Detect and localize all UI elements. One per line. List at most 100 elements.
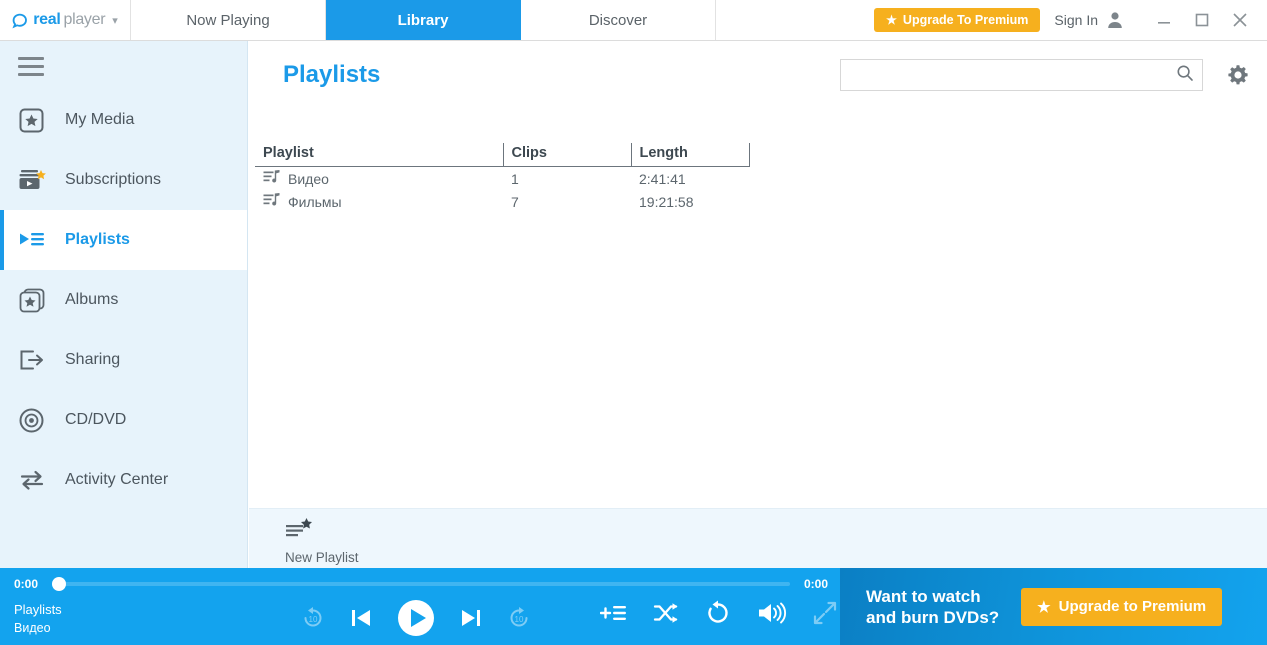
playlist-icon <box>18 229 62 251</box>
fullscreen-icon[interactable] <box>813 601 837 625</box>
now-playing-title: Видео <box>14 619 62 638</box>
sidebar-item-label: My Media <box>65 111 134 129</box>
maximize-button[interactable] <box>1183 0 1221 40</box>
playlists-table: Playlist Clips Length <box>255 143 750 213</box>
total-time: 0:00 <box>798 577 828 591</box>
window-actions: ★ Upgrade To Premium Sign In <box>874 0 1267 40</box>
close-button[interactable] <box>1221 0 1259 40</box>
now-playing-context: Playlists <box>14 600 62 619</box>
table-header: Playlist Clips Length <box>255 143 749 167</box>
sidebar-item-playlists[interactable]: Playlists <box>0 210 247 270</box>
realplayer-logo[interactable]: realplayer ▾ <box>0 0 131 40</box>
content-header: Playlists <box>249 41 1267 91</box>
sidebar-item-albums[interactable]: Albums <box>0 270 247 330</box>
sidebar-item-cd-dvd[interactable]: CD/DVD <box>0 390 247 450</box>
search-area <box>840 59 1249 91</box>
user-avatar-icon[interactable] <box>1105 10 1125 30</box>
column-header-length[interactable]: Length <box>631 143 749 167</box>
add-to-playlist-icon[interactable] <box>600 601 627 625</box>
previous-track-icon[interactable] <box>348 605 374 631</box>
transport-controls: 10 <box>300 598 532 638</box>
column-header-clips[interactable]: Clips <box>503 143 631 167</box>
new-playlist-button[interactable]: New Playlist <box>249 508 1267 568</box>
tab-library[interactable]: Library <box>326 0 521 40</box>
sidebar: My Media Subscriptions <box>0 41 248 568</box>
table-row[interactable]: Фильмы 7 19:21:58 <box>255 190 749 213</box>
now-playing-info: Playlists Видео <box>14 600 62 638</box>
chevron-down-icon[interactable]: ▾ <box>112 14 118 27</box>
realplayer-bubble-icon <box>12 12 29 29</box>
svg-text:10: 10 <box>309 615 318 624</box>
sidebar-item-label: Activity Center <box>65 471 168 489</box>
gear-icon[interactable] <box>1227 64 1249 86</box>
main-tabs: Now Playing Library Discover <box>131 0 716 40</box>
promo-line-1: Want to watch <box>866 586 999 607</box>
share-arrow-icon <box>18 348 62 372</box>
minimize-button[interactable] <box>1145 0 1183 40</box>
player-controls-area: 0:00 0:00 Playlists Видео 10 <box>0 568 840 645</box>
volume-icon[interactable] <box>757 600 787 626</box>
sidebar-item-my-media[interactable]: My Media <box>0 90 247 150</box>
hamburger-line <box>18 65 44 68</box>
sidebar-item-sharing[interactable]: Sharing <box>0 330 247 390</box>
promo-text: Want to watch and burn DVDs? <box>866 586 999 628</box>
playlist-note-icon <box>263 192 281 211</box>
sidebar-items: My Media Subscriptions <box>0 90 247 510</box>
search-box[interactable] <box>840 59 1203 91</box>
cell-clips: 7 <box>503 190 631 213</box>
sidebar-item-label: CD/DVD <box>65 411 126 429</box>
main-content: Playlists <box>249 41 1267 568</box>
player-bar: 0:00 0:00 Playlists Видео 10 <box>0 568 1267 645</box>
star-box-icon <box>18 107 62 134</box>
brand-player-text: player <box>63 11 105 29</box>
seek-row: 0:00 0:00 <box>0 568 840 591</box>
current-time: 0:00 <box>14 577 44 591</box>
sidebar-item-label: Subscriptions <box>65 171 161 189</box>
seek-slider[interactable] <box>52 582 790 586</box>
cell-playlist-name: Видео <box>255 167 503 191</box>
rewind-10-icon[interactable]: 10 <box>300 605 326 631</box>
table-body: Видео 1 2:41:41 <box>255 167 749 214</box>
upgrade-to-premium-promo-button[interactable]: ★ Upgrade to Premium <box>1021 588 1222 626</box>
star-icon: ★ <box>886 14 897 26</box>
table-header-row: Playlist Clips Length <box>255 143 749 167</box>
next-track-icon[interactable] <box>458 605 484 631</box>
sidebar-item-label: Sharing <box>65 351 120 369</box>
search-icon[interactable] <box>1176 64 1194 87</box>
dvd-promo-banner: Want to watch and burn DVDs? ★ Upgrade t… <box>840 568 1267 645</box>
sidebar-item-label: Albums <box>65 291 118 309</box>
promo-line-2: and burn DVDs? <box>866 607 999 628</box>
tab-discover[interactable]: Discover <box>521 0 716 40</box>
title-bar: realplayer ▾ Now Playing Library Discove… <box>0 0 1267 41</box>
upgrade-to-premium-button[interactable]: ★ Upgrade To Premium <box>874 8 1040 32</box>
sidebar-item-label: Playlists <box>65 231 130 249</box>
play-icon[interactable] <box>396 598 436 638</box>
shuffle-icon[interactable] <box>653 601 679 625</box>
search-input[interactable] <box>851 66 1176 84</box>
subscriptions-star-icon <box>18 167 62 194</box>
upgrade-label: Upgrade To Premium <box>903 13 1028 27</box>
table-row[interactable]: Видео 1 2:41:41 <box>255 167 749 191</box>
sidebar-item-activity-center[interactable]: Activity Center <box>0 450 247 510</box>
column-header-playlist[interactable]: Playlist <box>255 143 503 167</box>
forward-10-icon[interactable]: 10 <box>506 605 532 631</box>
transfer-arrows-icon <box>18 468 62 492</box>
cell-length: 2:41:41 <box>631 167 749 191</box>
cell-playlist-name: Фильмы <box>255 190 503 213</box>
sign-in-link[interactable]: Sign In <box>1054 12 1098 28</box>
disc-icon <box>18 407 62 434</box>
hamburger-line <box>18 57 44 60</box>
seek-handle[interactable] <box>52 577 66 591</box>
hamburger-icon[interactable] <box>0 41 46 76</box>
cell-length: 19:21:58 <box>631 190 749 213</box>
new-playlist-label: New Playlist <box>285 550 359 565</box>
brand-real-text: real <box>33 11 60 29</box>
tab-now-playing[interactable]: Now Playing <box>131 0 326 40</box>
playlist-name-text: Видео <box>288 171 329 187</box>
svg-text:10: 10 <box>515 615 524 624</box>
repeat-icon[interactable] <box>705 600 731 626</box>
new-playlist-icon <box>285 517 315 546</box>
realplayer-window: realplayer ▾ Now Playing Library Discove… <box>0 0 1267 645</box>
sidebar-item-subscriptions[interactable]: Subscriptions <box>0 150 247 210</box>
albums-icon <box>18 287 62 314</box>
